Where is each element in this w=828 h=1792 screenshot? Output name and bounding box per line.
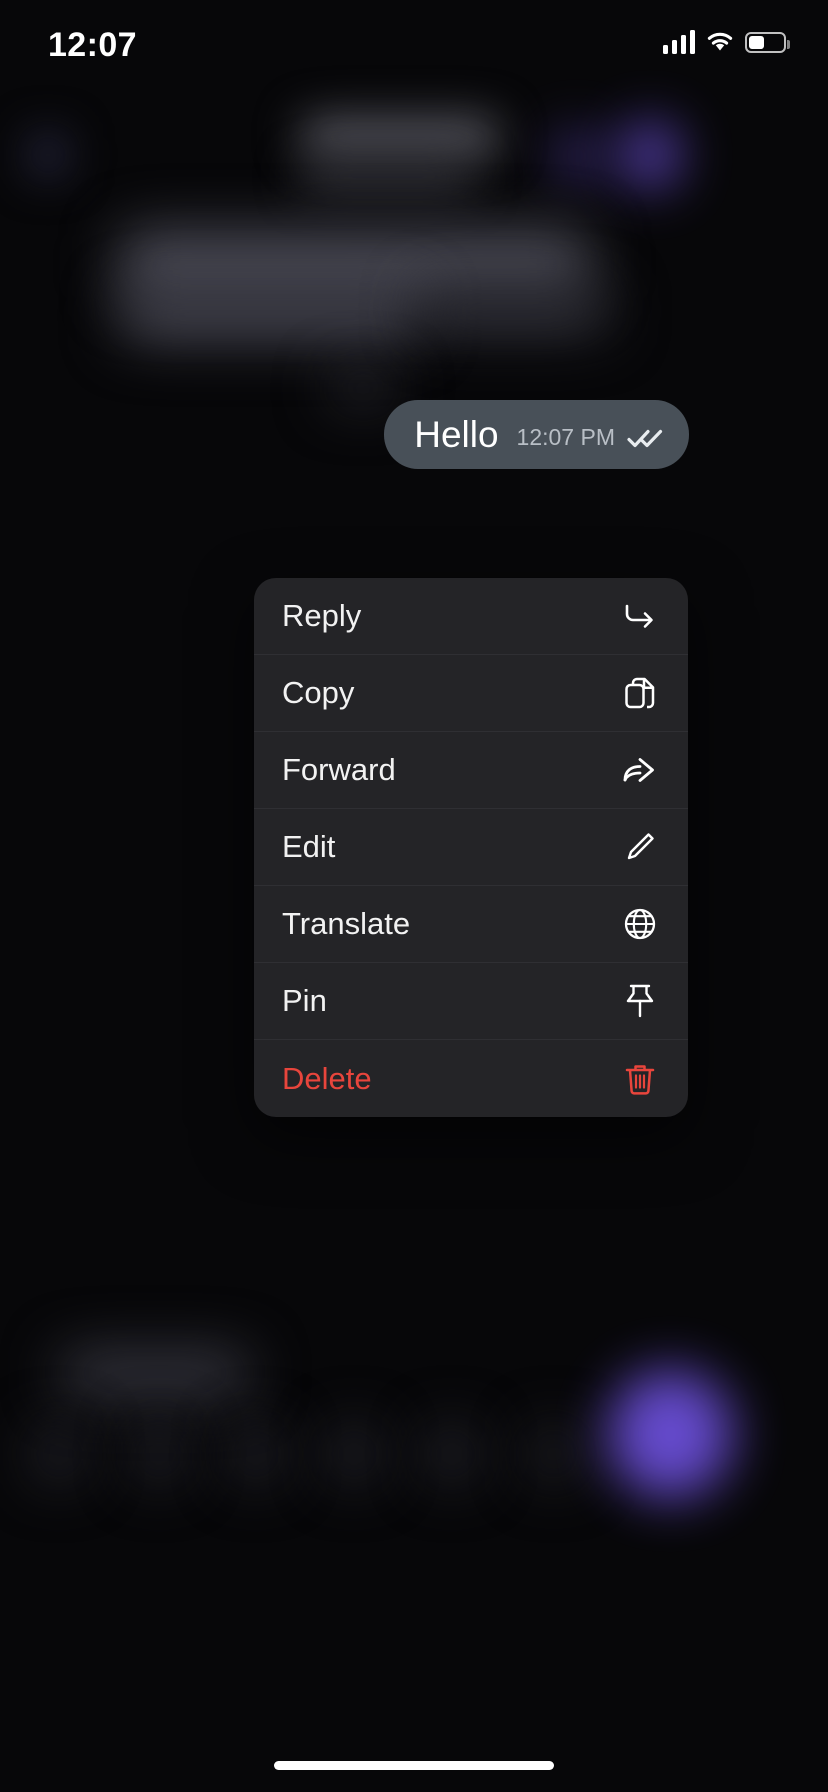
pushpin-icon	[620, 981, 660, 1021]
trash-icon	[620, 1059, 660, 1099]
context-menu-item-forward[interactable]: Forward	[254, 732, 688, 809]
context-menu-item-label: Forward	[282, 752, 396, 787]
battery-icon	[745, 31, 790, 53]
context-menu-item-label: Pin	[282, 983, 327, 1018]
context-menu-item-pin[interactable]: Pin	[254, 963, 688, 1040]
double-check-icon	[627, 429, 663, 447]
wifi-icon	[707, 32, 733, 51]
status-bar: 12:07	[0, 0, 828, 100]
message-context-menu: Reply Copy Forward Edit Translate Pin De…	[254, 578, 688, 1117]
context-menu-item-label: Reply	[282, 598, 362, 633]
copy-icon	[620, 673, 660, 713]
home-indicator	[274, 1761, 554, 1770]
context-menu-item-translate[interactable]: Translate	[254, 886, 688, 963]
globe-icon	[620, 904, 660, 944]
context-menu-item-delete[interactable]: Delete	[254, 1040, 688, 1117]
phone-screen: 12:07 Hello 12:07 PM Reply Copy Forward …	[0, 0, 828, 1792]
pencil-icon	[620, 827, 660, 867]
context-menu-item-reply[interactable]: Reply	[254, 578, 688, 655]
forward-arrow-icon	[620, 750, 660, 790]
message-text: Hello	[414, 414, 499, 455]
context-menu-item-label: Copy	[282, 675, 355, 710]
context-menu-item-label: Translate	[282, 906, 411, 941]
reply-arrow-icon	[620, 596, 660, 636]
context-menu-item-edit[interactable]: Edit	[254, 809, 688, 886]
context-menu-item-copy[interactable]: Copy	[254, 655, 688, 732]
status-bar-indicators	[662, 30, 790, 54]
message-bubble[interactable]: Hello 12:07 PM	[384, 400, 689, 469]
context-menu-item-label: Delete	[282, 1060, 372, 1096]
status-bar-time: 12:07	[48, 26, 137, 64]
context-menu-item-label: Edit	[282, 829, 336, 864]
message-timestamp: 12:07 PM	[516, 424, 615, 450]
cellular-signal-icon	[662, 30, 695, 54]
